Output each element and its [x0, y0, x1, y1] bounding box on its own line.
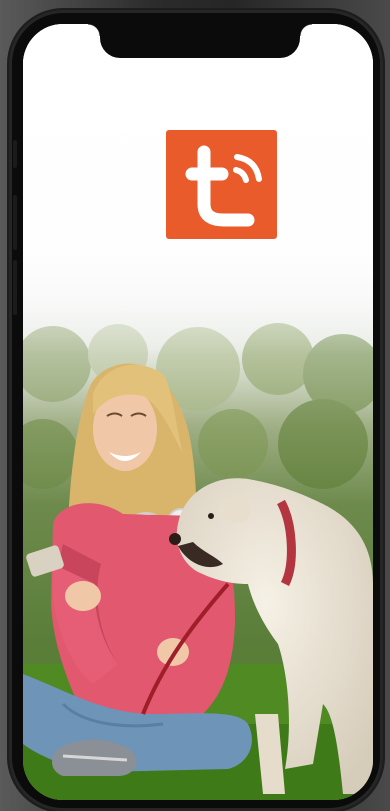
splash-screen [23, 24, 373, 800]
phone-notch [88, 24, 312, 58]
tuya-smart-logo-icon [166, 130, 277, 239]
mute-switch [13, 140, 17, 168]
volume-up-button [13, 195, 17, 250]
volume-down-button [13, 260, 17, 315]
